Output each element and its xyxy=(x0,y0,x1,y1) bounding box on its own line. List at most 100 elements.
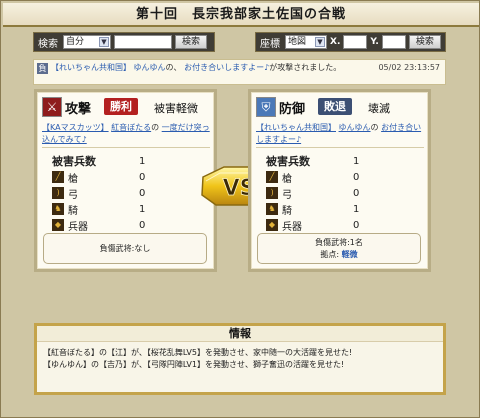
y-input[interactable] xyxy=(381,35,406,49)
defender-role: 防御 xyxy=(279,102,306,117)
x-input[interactable] xyxy=(343,35,368,49)
defender-tagline: 【れいちゃん共和国】 ゆんゆんの お付き合いしますよー♪ xyxy=(256,122,424,146)
coord-search-bar: 座標 地図 ▼ X. Y. 検索 xyxy=(255,32,446,52)
row-label: 弓 xyxy=(68,189,78,201)
row-value: 1 xyxy=(139,155,146,167)
row-label: 兵器 xyxy=(68,221,88,233)
row-value: 1 xyxy=(353,155,360,167)
attacker-tagline: 【KAマスカッツ】 紅音ぼたるの 一度だけ突っ込んでみて♪ xyxy=(42,122,210,146)
table-row: ♞ 騎 1 xyxy=(44,201,209,217)
row-value: 0 xyxy=(139,171,146,183)
shield-icon: ⛨ xyxy=(256,97,276,117)
defeat-badge: 敗退 xyxy=(318,98,352,115)
y-label: Y. xyxy=(370,37,379,47)
search-label: 検索 xyxy=(38,38,58,50)
attacker-tagline-text: の xyxy=(151,123,160,132)
search-bar: 検索 自分 ▼ 検索 xyxy=(33,32,215,52)
defender-wounded-box: 負傷武将:1名 拠点: 軽微 xyxy=(257,233,421,264)
siege-weapon-icon: ◆ xyxy=(52,219,64,231)
attacker-header: ⚔ 攻撃 勝利 被害軽微 xyxy=(42,97,210,117)
info-line: 【紅音ぼたる】の【江】が、【桜花乱舞LV5】を発動させ、家中随一の大活躍を見せた… xyxy=(43,348,353,357)
attacker-wounded-box: 負傷武将:なし xyxy=(43,233,207,264)
row-value: 0 xyxy=(353,187,360,199)
defender-wounded: 負傷武将:1名 xyxy=(315,238,363,247)
notice-alliance-link[interactable]: 【れいちゃん共和国】 xyxy=(51,63,131,72)
notice-timestamp: 05/02 23:13:57 xyxy=(378,63,440,72)
attacker-losses-table: 被害兵数 1 ╱ 槍 0 ) 弓 0 ♞ 騎 1 ◆ 兵器 0 xyxy=(44,153,209,233)
info-panel: 情報 【紅音ぼたる】の【江】が、【桜花乱舞LV5】を発動させ、家中随一の大活躍を… xyxy=(34,323,446,395)
bow-icon: ) xyxy=(52,187,64,199)
row-label: 弓 xyxy=(282,189,292,201)
defender-header: ⛨ 防御 敗退 壊滅 xyxy=(256,97,424,117)
horse-icon: ♞ xyxy=(266,203,278,215)
spear-icon: ╱ xyxy=(266,171,278,183)
attacker-role: 攻撃 xyxy=(65,102,92,117)
row-label: 兵器 xyxy=(282,221,302,233)
attacker-alliance-link[interactable]: 【KAマスカッツ】 xyxy=(42,123,109,132)
table-row: ) 弓 0 xyxy=(258,185,423,201)
row-label: 槍 xyxy=(68,173,78,185)
battle-notice: 負 【れいちゃん共和国】 ゆんゆんの、 お付き合いしますよー♪が攻撃されました。… xyxy=(33,59,446,85)
table-row: ♞ 騎 1 xyxy=(258,201,423,217)
base-label: 拠点: xyxy=(320,250,340,259)
row-label: 被害兵数 xyxy=(266,155,310,168)
row-value: 0 xyxy=(353,219,360,231)
notice-user-link[interactable]: ゆんゆん xyxy=(134,63,166,72)
notice-text-1: の、 xyxy=(165,63,182,72)
crossed-swords-icon: ⚔ xyxy=(42,97,62,117)
search-button[interactable]: 検索 xyxy=(175,35,208,49)
row-value: 1 xyxy=(139,203,146,215)
search-scope-select[interactable]: 自分 ▼ xyxy=(63,35,111,49)
row-value: 1 xyxy=(353,203,360,215)
attacker-damage: 被害軽微 xyxy=(154,102,198,115)
attacker-user-link[interactable]: 紅音ぼたる xyxy=(111,123,151,132)
table-row: ◆ 兵器 0 xyxy=(258,217,423,233)
row-label: 被害兵数 xyxy=(52,155,96,168)
attacker-panel: ⚔ 攻撃 勝利 被害軽微 【KAマスカッツ】 紅音ぼたるの 一度だけ突っ込んでみ… xyxy=(34,89,217,272)
defender-alliance-link[interactable]: 【れいちゃん共和国】 xyxy=(256,123,336,132)
info-line: 【ゆんゆん】の【吉乃】が、【弓隊円陣LV1】を発動させ、獅子奮迅の活躍を見せた! xyxy=(43,360,345,369)
table-row: ╱ 槍 0 xyxy=(258,169,423,185)
chevron-down-icon: ▼ xyxy=(99,37,109,47)
defender-losses-table: 被害兵数 1 ╱ 槍 0 ) 弓 0 ♞ 騎 1 ◆ 兵器 0 xyxy=(258,153,423,233)
title-bar: 第十回 長宗我部家土佐国の合戦 xyxy=(3,3,479,27)
battle-report-window: 第十回 長宗我部家土佐国の合戦 検索 自分 ▼ 検索 座標 地図 ▼ X. Y.… xyxy=(0,0,480,418)
attacker-wounded: 負傷武将:なし xyxy=(99,244,151,253)
table-row: 被害兵数 1 xyxy=(44,153,209,169)
table-row: ) 弓 0 xyxy=(44,185,209,201)
defender-user-link[interactable]: ゆんゆん xyxy=(339,123,371,132)
chevron-down-icon: ▼ xyxy=(315,37,325,47)
row-label: 騎 xyxy=(68,205,78,217)
row-value: 0 xyxy=(353,171,360,183)
coord-label: 座標 xyxy=(260,38,280,50)
base-status: 軽微 xyxy=(341,250,358,259)
map-select[interactable]: 地図 ▼ xyxy=(285,35,327,49)
notice-message: 【れいちゃん共和国】 ゆんゆんの、 お付き合いしますよー♪が攻撃されました。 xyxy=(51,62,351,73)
bow-icon: ) xyxy=(266,187,278,199)
defender-tagline-text: の xyxy=(370,123,379,132)
horse-icon: ♞ xyxy=(52,203,64,215)
map-select-value: 地図 xyxy=(288,37,307,47)
row-label: 槍 xyxy=(282,173,292,185)
page-title: 第十回 長宗我部家土佐国の合戦 xyxy=(135,7,346,22)
defender-panel: ⛨ 防御 敗退 壊滅 【れいちゃん共和国】 ゆんゆんの お付き合いしますよー♪ … xyxy=(248,89,431,272)
spear-icon: ╱ xyxy=(52,171,64,183)
defeat-badge-icon: 負 xyxy=(37,63,48,74)
table-row: 被害兵数 1 xyxy=(258,153,423,169)
row-label: 騎 xyxy=(282,205,292,217)
defender-damage: 壊滅 xyxy=(368,102,390,115)
table-row: ◆ 兵器 0 xyxy=(44,217,209,233)
search-input[interactable] xyxy=(114,35,172,49)
info-title: 情報 xyxy=(37,326,443,342)
divider xyxy=(256,147,424,148)
notice-text-2: が攻撃されました。 xyxy=(269,63,342,72)
siege-weapon-icon: ◆ xyxy=(266,219,278,231)
x-label: X. xyxy=(330,37,341,47)
notice-territory-link[interactable]: お付き合いしますよー♪ xyxy=(184,63,269,72)
victory-badge: 勝利 xyxy=(104,98,138,115)
search-scope-value: 自分 xyxy=(66,37,85,47)
coord-search-button[interactable]: 検索 xyxy=(408,35,441,49)
row-value: 0 xyxy=(139,219,146,231)
row-value: 0 xyxy=(139,187,146,199)
table-row: ╱ 槍 0 xyxy=(44,169,209,185)
